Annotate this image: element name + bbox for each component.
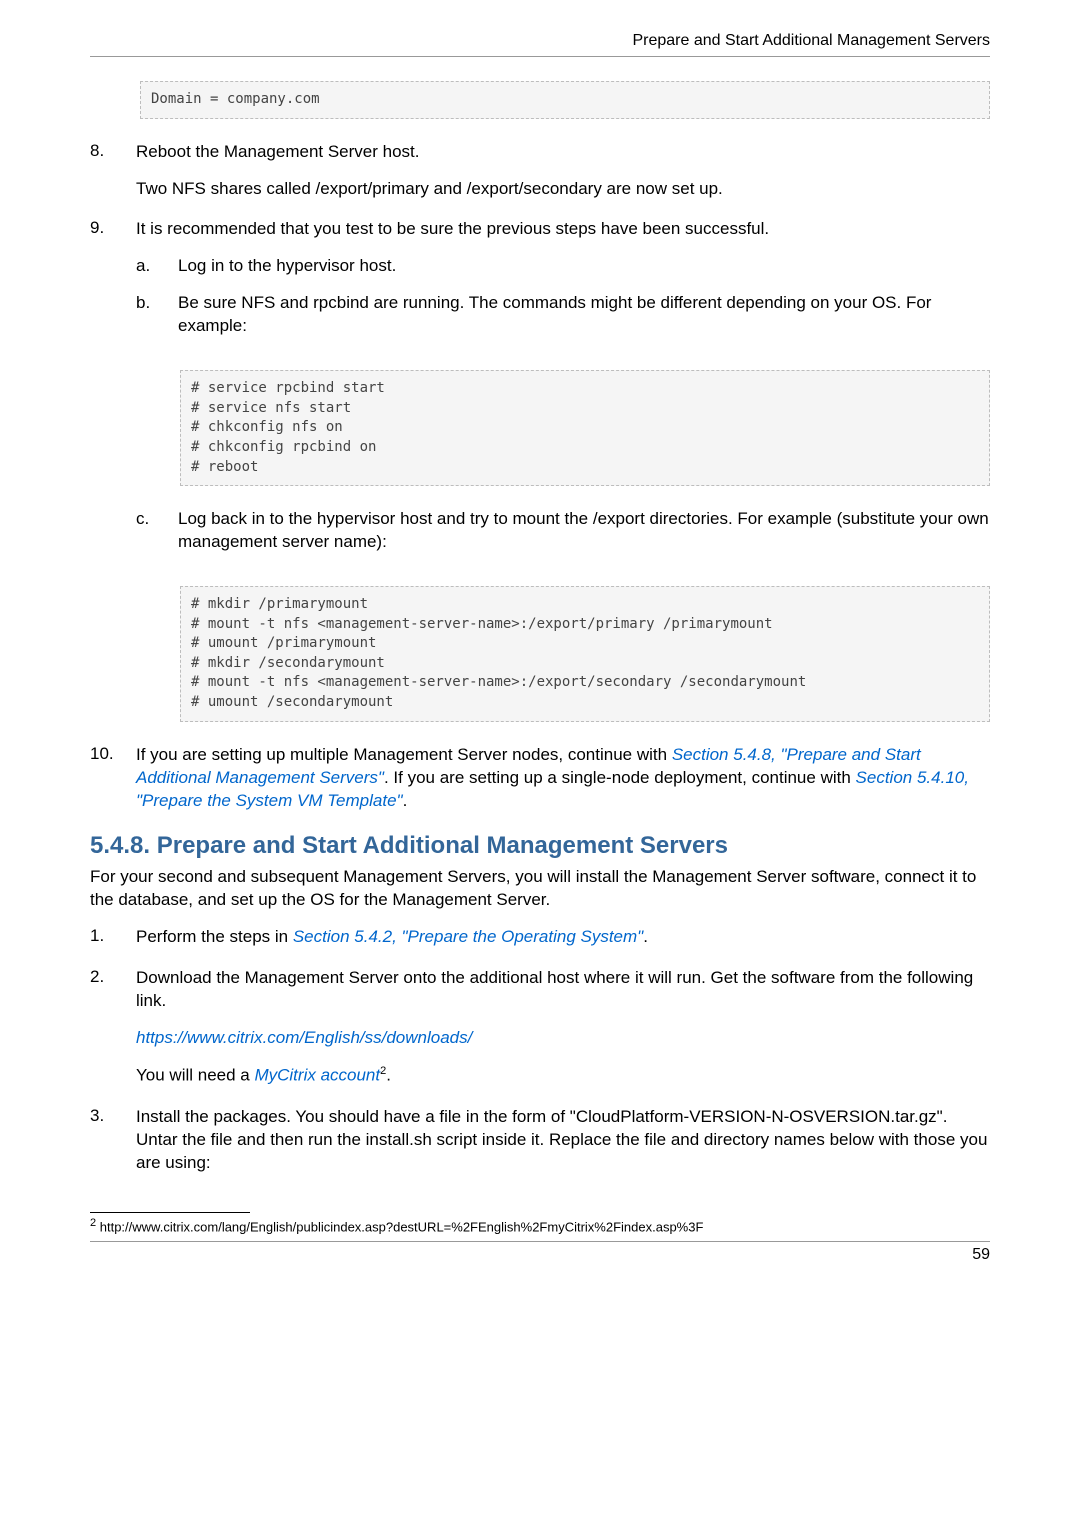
substep-text: Log back in to the hypervisor host and t… [178, 508, 990, 554]
text-pre: You will need a [136, 1066, 254, 1085]
footnote: 2 http://www.citrix.com/lang/English/pub… [90, 1217, 990, 1234]
step-number: 8. [90, 141, 136, 201]
substep-text: Be sure NFS and rpcbind are running. The… [178, 292, 990, 338]
mycitrix-line: You will need a MyCitrix account2. [136, 1064, 990, 1088]
bottom-rule [90, 1241, 990, 1242]
step-number: 2. [90, 967, 136, 1087]
steps-continuation: 8. Reboot the Management Server host. Tw… [90, 141, 990, 353]
text-post: . [386, 1066, 391, 1085]
substep-letter: c. [136, 508, 178, 554]
step-number: 1. [90, 926, 136, 949]
text-pre: If you are setting up multiple Managemen… [136, 745, 672, 764]
running-head: Prepare and Start Additional Management … [90, 32, 990, 57]
step-body: If you are setting up multiple Managemen… [136, 744, 990, 813]
step-text: It is recommended that you test to be su… [136, 219, 769, 238]
xref-542[interactable]: Section 5.4.2, "Prepare the Operating Sy… [293, 927, 643, 946]
step-9: 9. It is recommended that you test to be… [90, 218, 990, 352]
text-post: . [403, 791, 408, 810]
step-body: It is recommended that you test to be su… [136, 218, 990, 352]
step-number: 9. [90, 218, 136, 352]
spacer [90, 508, 136, 568]
sect-step-3: 3. Install the packages. You should have… [90, 1106, 990, 1175]
step-body: Perform the steps in Section 5.4.2, "Pre… [136, 926, 648, 949]
step-9c-wrapper: c. Log back in to the hypervisor host an… [90, 508, 990, 568]
step-10: 10. If you are setting up multiple Manag… [90, 744, 990, 813]
steps-continuation-10: 10. If you are setting up multiple Manag… [90, 744, 990, 813]
substep-letter: a. [136, 255, 178, 278]
mycitrix-link[interactable]: MyCitrix account [254, 1066, 380, 1085]
page-number: 59 [90, 1246, 990, 1264]
footnote-rule [90, 1212, 250, 1213]
section-title: 5.4.8. Prepare and Start Additional Mana… [90, 832, 990, 860]
substep-letter: b. [136, 292, 178, 338]
step-note: Two NFS shares called /export/primary an… [136, 178, 723, 201]
step-number: 3. [90, 1106, 136, 1175]
sect-step-2: 2. Download the Management Server onto t… [90, 967, 990, 1087]
step-8: 8. Reboot the Management Server host. Tw… [90, 141, 990, 201]
text-post: . [643, 927, 648, 946]
step-text: Install the packages. You should have a … [136, 1107, 987, 1172]
text-pre: Perform the steps in [136, 927, 293, 946]
step-body: Reboot the Management Server host. Two N… [136, 141, 723, 201]
substeps: a. Log in to the hypervisor host. b. Be … [136, 255, 990, 338]
code-mount: # mkdir /primarymount # mount -t nfs <ma… [180, 586, 990, 722]
step-text: Reboot the Management Server host. [136, 142, 420, 161]
step-body: c. Log back in to the hypervisor host an… [136, 508, 990, 568]
substep-a: a. Log in to the hypervisor host. [136, 255, 990, 278]
step-body: Download the Management Server onto the … [136, 967, 990, 1087]
download-link-line: https://www.citrix.com/English/ss/downlo… [136, 1027, 990, 1050]
substep-c: c. Log back in to the hypervisor host an… [136, 508, 990, 554]
code-rpcbind: # service rpcbind start # service nfs st… [180, 370, 990, 486]
step-body: Install the packages. You should have a … [136, 1106, 990, 1175]
text-mid: . If you are setting up a single-node de… [384, 768, 856, 787]
substep-b: b. Be sure NFS and rpcbind are running. … [136, 292, 990, 338]
section-steps: 1. Perform the steps in Section 5.4.2, "… [90, 926, 990, 1174]
substeps: c. Log back in to the hypervisor host an… [136, 508, 990, 554]
footnote-text: http://www.citrix.com/lang/English/publi… [96, 1220, 703, 1235]
page: Prepare and Start Additional Management … [0, 0, 1080, 1292]
download-link[interactable]: https://www.citrix.com/English/ss/downlo… [136, 1028, 472, 1047]
steps-continuation-c: c. Log back in to the hypervisor host an… [90, 508, 990, 568]
step-number: 10. [90, 744, 136, 813]
sect-step-1: 1. Perform the steps in Section 5.4.2, "… [90, 926, 990, 949]
section-intro: For your second and subsequent Managemen… [90, 866, 990, 912]
substep-text: Log in to the hypervisor host. [178, 255, 396, 278]
code-domain: Domain = company.com [140, 81, 990, 119]
step-text: Download the Management Server onto the … [136, 968, 973, 1010]
